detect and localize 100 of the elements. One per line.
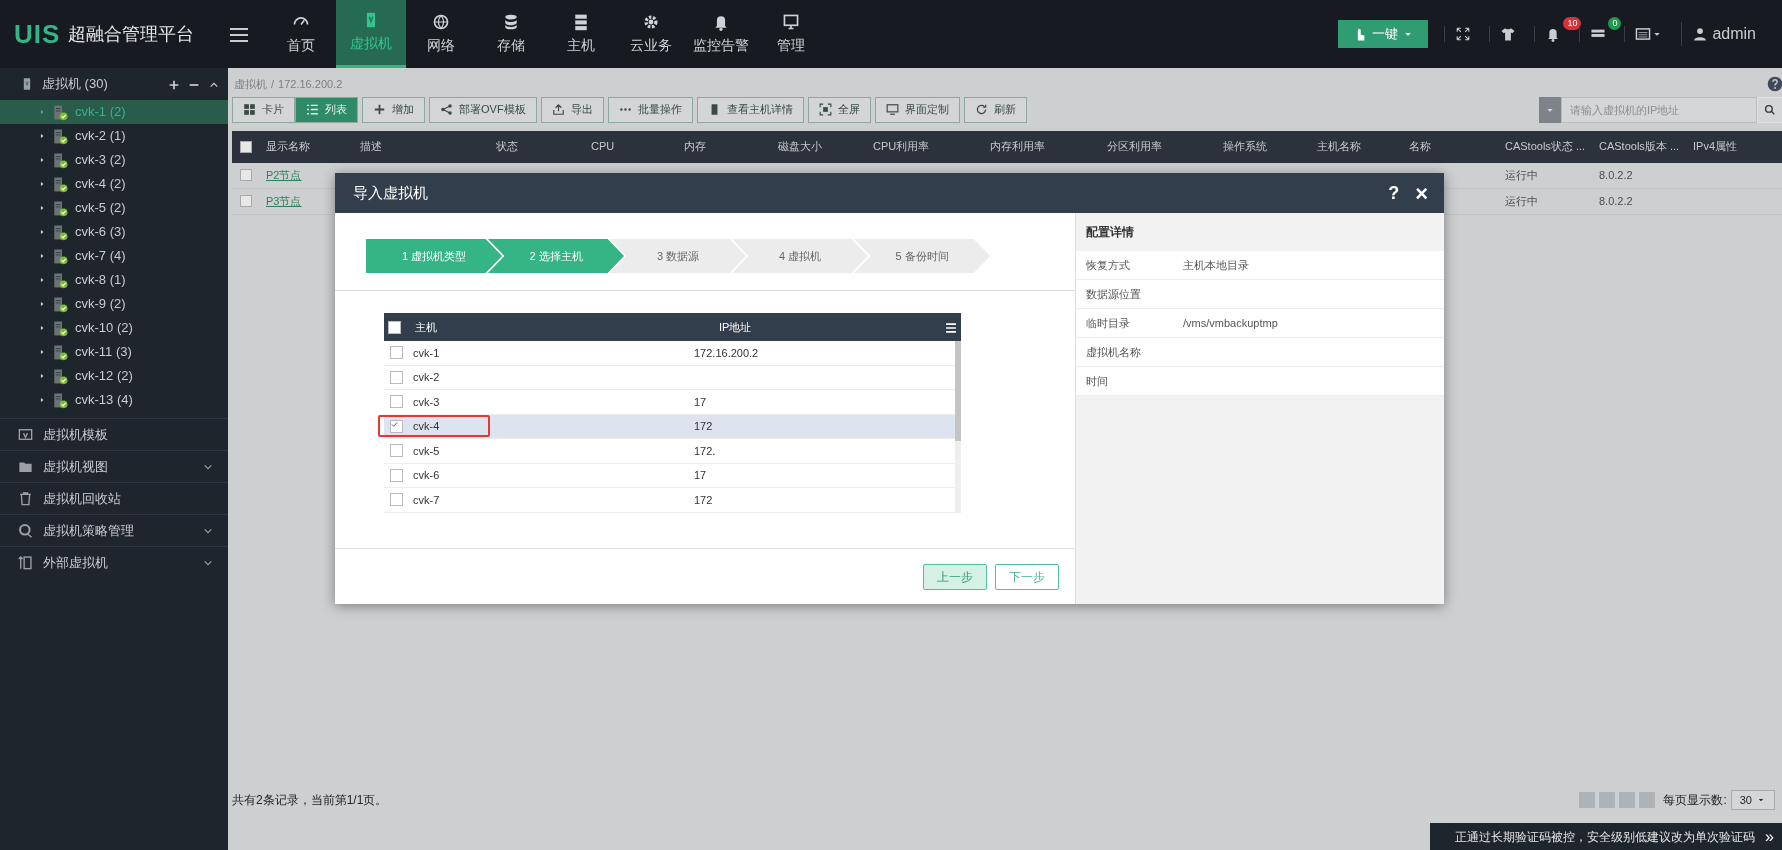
search-field[interactable]: 请输入虚拟机的IP地址 xyxy=(1561,96,1757,123)
server-icon xyxy=(52,127,69,145)
plus-icon xyxy=(373,103,386,116)
column-header[interactable]: 分区利用率 xyxy=(1107,140,1162,153)
row-checkbox[interactable] xyxy=(240,195,252,207)
close-button[interactable]: × xyxy=(1415,176,1428,210)
column-header[interactable]: IPv4属性 xyxy=(1693,140,1737,153)
wizard-step: 5 备份时间 xyxy=(854,239,990,273)
nav-tab[interactable]: 网络 xyxy=(406,0,476,68)
table-cell-text: 17 xyxy=(694,468,707,483)
column-header[interactable]: 操作系统 xyxy=(1223,140,1267,153)
host-name: cvk-5 xyxy=(413,443,440,459)
tree-item[interactable]: cvk-3 (2) xyxy=(0,148,228,172)
column-header[interactable]: CAStools状态 ... xyxy=(1505,140,1586,153)
toolbar-button[interactable]: 界面定制 xyxy=(874,96,960,123)
column-header[interactable]: 内存利用率 xyxy=(990,140,1045,153)
page-button[interactable] xyxy=(1579,792,1596,808)
tree-item[interactable]: cvk-11 (3) xyxy=(0,340,228,364)
tree-item[interactable]: cvk-2 (1) xyxy=(0,124,228,148)
nav-tab[interactable]: 管理 xyxy=(756,0,826,68)
refresh-icon xyxy=(974,103,988,116)
caret-icon xyxy=(38,228,46,236)
host-checkbox[interactable] xyxy=(390,370,403,384)
host-checkbox[interactable] xyxy=(390,346,403,360)
grid-icon xyxy=(243,103,256,116)
sidebar-item[interactable]: 虚拟机策略管理 xyxy=(0,514,228,546)
sidebar-item[interactable]: 虚拟机视图 xyxy=(0,450,228,482)
caret-icon xyxy=(38,252,46,260)
column-header[interactable]: CPU利用率 xyxy=(873,140,930,153)
host-checkbox[interactable] xyxy=(390,444,403,458)
toolbar-button[interactable]: 导出 xyxy=(540,96,604,123)
tree-item[interactable]: cvk-12 (2) xyxy=(0,364,228,388)
page-button[interactable] xyxy=(1599,792,1616,808)
select-all-checkbox[interactable] xyxy=(240,140,252,153)
column-header[interactable]: 主机名称 xyxy=(1317,140,1361,153)
scrollbar[interactable] xyxy=(955,341,961,513)
toolbar-button[interactable]: 刷新 xyxy=(963,96,1027,123)
sidebar-item[interactable]: 外部虚拟机 xyxy=(0,546,228,578)
host-checkbox[interactable] xyxy=(390,468,403,482)
user-menu[interactable]: admin xyxy=(1682,22,1766,46)
column-header[interactable]: IP地址 xyxy=(719,318,945,336)
search-scope-dropdown[interactable] xyxy=(1539,96,1561,123)
external-icon xyxy=(18,555,33,570)
row-checkbox[interactable] xyxy=(240,169,252,181)
page-button[interactable] xyxy=(1619,792,1636,808)
toolbar-button[interactable]: 增加 xyxy=(362,96,425,123)
tree-item[interactable]: cvk-8 (1) xyxy=(0,268,228,292)
scrollbar-thumb[interactable] xyxy=(955,341,961,441)
expand-notification-button[interactable]: » xyxy=(1765,824,1774,849)
tree-item[interactable]: cvk-5 (2) xyxy=(0,196,228,220)
view-tab[interactable]: 卡片 xyxy=(232,96,295,123)
column-header[interactable]: 显示名称 xyxy=(266,140,310,153)
tree-item[interactable]: cvk-4 (2) xyxy=(0,172,228,196)
caret-icon xyxy=(38,276,46,284)
tree-item[interactable]: cvk-9 (2) xyxy=(0,292,228,316)
host-checkbox[interactable] xyxy=(390,493,403,507)
table-cell-text: 172 xyxy=(694,492,713,508)
page-button[interactable] xyxy=(1639,792,1656,808)
table-cell-text: 172.16.200.2 xyxy=(694,345,759,361)
toolbar-button[interactable]: 查看主机详情 xyxy=(696,96,804,123)
caret-icon xyxy=(38,132,46,140)
table-cell: 8.0.2.2 xyxy=(1599,194,1633,207)
server-icon xyxy=(572,12,590,31)
column-header[interactable]: 描述 xyxy=(360,140,382,153)
column-header[interactable]: CPU xyxy=(591,140,615,153)
column-header[interactable]: CAStools版本 ... xyxy=(1599,140,1680,153)
column-header[interactable]: 名称 xyxy=(1409,140,1431,153)
field-label: 临时目录 xyxy=(1086,315,1131,331)
nav-tab[interactable]: 云业务 xyxy=(616,0,686,68)
field-label: 时间 xyxy=(1086,373,1109,389)
nav-tab[interactable]: 首页 xyxy=(266,0,336,68)
tree-item[interactable]: cvk-7 (4) xyxy=(0,244,228,268)
help-button[interactable]: ? xyxy=(1388,179,1400,207)
share-icon xyxy=(440,103,453,116)
column-header[interactable]: 磁盘大小 xyxy=(778,140,822,153)
tree-item[interactable]: cvk-10 (2) xyxy=(0,316,228,340)
nav-tab[interactable]: 主机 xyxy=(546,0,616,68)
nav-tab[interactable]: 存储 xyxy=(476,0,546,68)
host-checkbox[interactable] xyxy=(390,419,403,433)
logo: UIS xyxy=(14,17,61,51)
toolbar-button[interactable]: 批量操作 xyxy=(607,96,693,123)
server-icon xyxy=(52,319,69,337)
column-header[interactable]: 状态 xyxy=(496,140,518,153)
caret-icon xyxy=(38,348,46,356)
tree-item[interactable]: cvk-13 (4) xyxy=(0,388,228,412)
tree-item[interactable]: cvk-6 (3) xyxy=(0,220,228,244)
page-size-select[interactable]: 30 xyxy=(1730,790,1775,810)
search-button[interactable] xyxy=(1757,96,1782,123)
caret-icon xyxy=(38,108,46,116)
toolbar-button[interactable]: 部署OVF模板 xyxy=(429,96,537,123)
field-value: /vms/vmbackuptmp xyxy=(1183,315,1278,331)
column-header[interactable]: 内存 xyxy=(684,140,706,153)
view-tab[interactable]: 列表 xyxy=(295,96,358,123)
column-header[interactable]: 主机 xyxy=(409,318,719,336)
select-all-checkbox[interactable] xyxy=(388,320,401,334)
nav-tab[interactable]: 监控告警 xyxy=(686,0,756,68)
server-icon xyxy=(52,151,69,169)
toolbar-button[interactable]: 全屏 xyxy=(807,96,871,123)
caret-icon xyxy=(38,372,46,380)
host-checkbox[interactable] xyxy=(390,395,403,409)
